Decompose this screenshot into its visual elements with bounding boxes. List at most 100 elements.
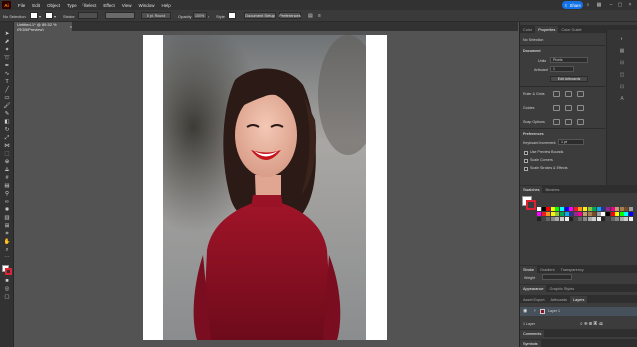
color-swatch[interactable] (615, 217, 620, 221)
color-swatch[interactable] (601, 207, 606, 211)
color-swatch[interactable] (546, 207, 551, 211)
color-swatch[interactable] (583, 217, 587, 221)
keyboard-increment-input[interactable]: 1 pt (558, 139, 584, 145)
zoom-tool-icon[interactable]: ⌕ (3, 247, 11, 253)
color-swatch[interactable] (619, 212, 624, 216)
perspective-grid-icon[interactable]: ⟁ (3, 167, 11, 173)
menu-edit[interactable]: Edit (32, 3, 40, 8)
color-swatch[interactable] (573, 207, 578, 211)
line-tool-icon[interactable]: ╱ (3, 87, 11, 93)
show-guides-icon[interactable] (553, 105, 560, 111)
color-swatch[interactable] (569, 217, 574, 221)
color-swatch[interactable] (573, 217, 578, 221)
color-swatch[interactable] (610, 207, 615, 211)
color-swatch[interactable] (583, 212, 587, 216)
tab-stroke[interactable]: Stroke (520, 266, 537, 273)
rulers-icon[interactable] (553, 91, 560, 97)
screen-mode-icon[interactable]: ▢ (3, 294, 11, 300)
stroke-weight-input[interactable] (78, 12, 98, 19)
color-swatch[interactable] (546, 212, 551, 216)
pathfinder-icon[interactable]: ◫ (618, 72, 626, 78)
color-swatch[interactable] (619, 207, 624, 211)
snap-to-pixel-icon[interactable] (577, 119, 584, 125)
tab-brushes[interactable]: Brushes (542, 186, 562, 193)
preview-bounds-checkbox[interactable] (524, 151, 528, 155)
tab-transparency[interactable]: Transparency (558, 266, 587, 273)
free-transform-icon[interactable]: ⬚ (3, 151, 11, 157)
opacity-input[interactable]: 100% (193, 12, 207, 19)
pixel-grid-icon[interactable] (577, 91, 584, 97)
color-swatch[interactable] (560, 207, 564, 211)
symbol-sprayer-icon[interactable]: ✺ (3, 207, 11, 213)
graph-tool-icon[interactable]: ▥ (3, 215, 11, 221)
opacity-arrow-icon[interactable]: › (208, 12, 209, 20)
menu-window[interactable]: Window (138, 3, 154, 8)
color-swatch[interactable] (624, 212, 629, 216)
units-select[interactable]: Pixels (550, 57, 588, 63)
align-icon[interactable]: ⊟ (618, 60, 626, 66)
color-swatch[interactable] (569, 212, 574, 216)
draw-mode-icon[interactable]: ◎ (3, 286, 11, 292)
color-swatch[interactable] (537, 212, 541, 216)
color-swatch[interactable] (596, 217, 601, 221)
snap-to-grid-icon[interactable] (565, 119, 572, 125)
color-swatch[interactable] (564, 207, 569, 211)
color-swatch[interactable] (601, 212, 606, 216)
color-swatch[interactable] (555, 207, 560, 211)
tab-comments[interactable]: Comments (520, 330, 545, 337)
share-button[interactable]: ⇧ Share (562, 1, 583, 9)
color-swatch[interactable] (629, 207, 633, 211)
search-icon[interactable]: ⌕ (585, 2, 591, 8)
eraser-icon[interactable]: ◧ (3, 119, 11, 125)
document-tab[interactable]: Untitled-1* @ 89.52 % (RGB/Preview) × (14, 22, 72, 32)
mesh-tool-icon[interactable]: # (3, 175, 11, 181)
color-swatch[interactable] (560, 212, 564, 216)
color-swatch[interactable] (541, 212, 546, 216)
lock-guides-icon[interactable] (565, 105, 572, 111)
control-menu-icon[interactable]: ≡ (318, 12, 321, 20)
stroke-dropdown-icon[interactable]: ▾ (54, 12, 56, 20)
layer-actions-icon[interactable]: ⌕ ⊕ ⊞ ▣ ⌫ (580, 321, 603, 327)
color-swatch[interactable] (615, 212, 620, 216)
color-swatch[interactable] (624, 207, 629, 211)
hand-tool-icon[interactable]: ✋ (3, 239, 11, 245)
shape-builder-icon[interactable]: ⊕ (3, 159, 11, 165)
shaper-tool-icon[interactable]: ✎ (3, 111, 11, 117)
color-swatch[interactable] (629, 217, 633, 221)
direct-selection-tool-icon[interactable]: ⬈ (3, 39, 11, 45)
more-tools-icon[interactable]: ⋯ (3, 255, 11, 261)
expand-arrow-icon[interactable]: › (534, 308, 536, 314)
artboard-tool-icon[interactable]: ⊞ (3, 223, 11, 229)
layer-row[interactable]: ◉ › Layer 1 (520, 307, 637, 316)
color-swatch[interactable] (541, 217, 546, 221)
color-swatch[interactable] (546, 217, 551, 221)
color-swatch[interactable] (606, 207, 610, 211)
color-panel-icon[interactable]: ◐ (618, 36, 626, 42)
color-swatch[interactable] (537, 207, 541, 211)
character-icon[interactable]: A (618, 96, 626, 102)
color-swatch[interactable] (578, 212, 583, 216)
color-swatch[interactable] (596, 207, 601, 211)
color-swatch[interactable] (610, 217, 615, 221)
scale-corners-checkbox[interactable] (524, 159, 528, 163)
smart-guides-icon[interactable] (577, 105, 584, 111)
document-tab-close[interactable]: × (70, 24, 72, 29)
color-swatch[interactable] (550, 217, 555, 221)
type-tool-icon[interactable]: T (3, 79, 11, 85)
color-mode-icon[interactable]: ■ (3, 278, 11, 284)
color-swatch[interactable] (578, 217, 583, 221)
document-setup-button[interactable]: Document Setup (244, 12, 276, 19)
tab-color[interactable]: Color (520, 26, 535, 33)
color-swatch[interactable] (606, 217, 610, 221)
artboard-select[interactable]: 1 (550, 66, 574, 72)
lasso-icon[interactable]: ➰ (3, 55, 11, 61)
placed-photo[interactable] (163, 35, 366, 340)
selection-tool-icon[interactable]: ➤ (3, 31, 11, 37)
brush-select[interactable]: 5 pt. Round (141, 12, 171, 19)
color-swatch[interactable] (578, 207, 583, 211)
color-swatch[interactable] (592, 217, 597, 221)
variable-width-select[interactable] (105, 12, 135, 19)
color-swatch[interactable] (550, 207, 555, 211)
minimize-icon[interactable]: – (608, 2, 614, 8)
color-swatch[interactable] (541, 207, 546, 211)
